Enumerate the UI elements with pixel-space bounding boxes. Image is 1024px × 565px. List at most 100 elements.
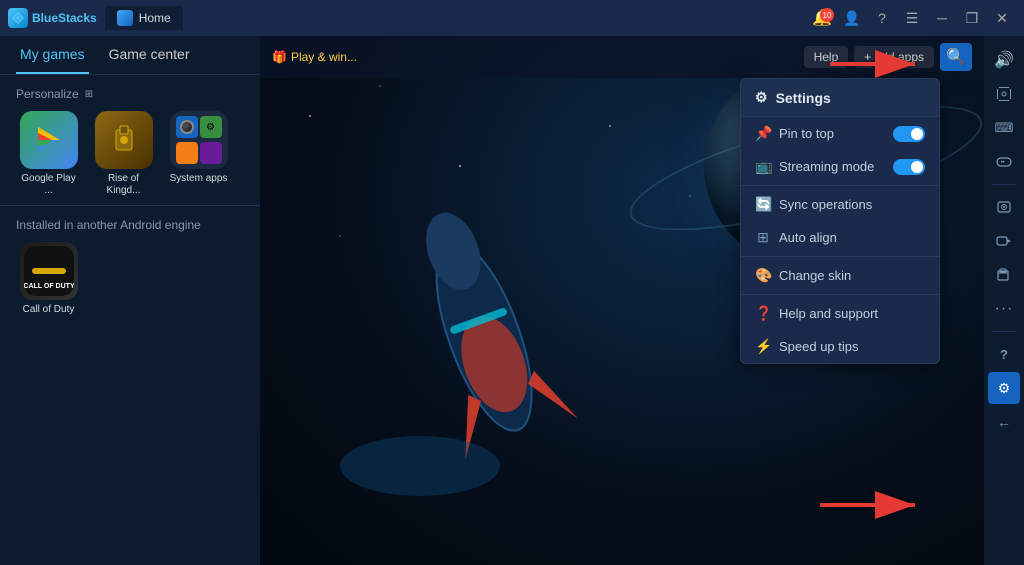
close-button[interactable]: ✕ (988, 6, 1016, 30)
game-icon-system-apps: ⚙ (170, 111, 228, 169)
hamburger-button[interactable]: ☰ (898, 6, 926, 30)
title-bar-left: BlueStacks Home (8, 6, 183, 30)
volume-icon: 🔊 (994, 50, 1014, 70)
back-icon: ← (997, 414, 1011, 430)
settings-right-button[interactable]: ⚙ (988, 372, 1020, 404)
svg-text:CALL OF DUTY: CALL OF DUTY (24, 283, 74, 290)
change-skin-label: Change skin (779, 268, 851, 283)
dropdown-menu: ⚙ Settings 📌 Pin to top 📺 Streaming mode (740, 78, 940, 364)
installed-section: Installed in another Android engine CALL… (0, 205, 260, 328)
red-arrow-top (820, 36, 940, 96)
promo-text: 🎁 Play & win... (272, 50, 357, 64)
game-icon-call-of-duty: CALL OF DUTY (20, 242, 78, 300)
sync-icon: 🔄 (755, 196, 771, 213)
title-bar-right: 🔔 10 👤 ? ☰ ─ ❐ ✕ (808, 6, 1016, 30)
home-tab[interactable]: Home (105, 6, 183, 30)
red-arrow-bottom (810, 475, 940, 540)
menu-item-help-support[interactable]: ❓ Help and support (741, 297, 939, 330)
settings-gear-icon: ⚙ (998, 380, 1011, 397)
game-label-google-play: Google Play ... (16, 173, 81, 197)
volume-button[interactable]: 🔊 (988, 44, 1020, 76)
sidebar-right: 🔊 ⌨ (984, 36, 1024, 565)
auto-align-label: Auto align (779, 230, 837, 245)
game-item-rise-of-kingdoms[interactable]: Rise of Kingd... (91, 111, 156, 197)
video-button[interactable] (988, 225, 1020, 257)
search-icon: 🔍 (946, 47, 966, 67)
keyboard-icon: ⌨ (995, 120, 1014, 136)
video-icon (996, 233, 1012, 249)
search-button[interactable]: 🔍 (940, 43, 972, 71)
more-button[interactable]: ··· (988, 293, 1020, 325)
help-support-label: Help and support (779, 306, 878, 321)
filter-icon: ⊞ (85, 89, 93, 100)
gamepad-button[interactable] (988, 146, 1020, 178)
screen-capture-icon (996, 199, 1012, 215)
help-button[interactable]: ? (868, 6, 896, 30)
main-container: My games Game center Personalize ⊞ (0, 36, 1024, 565)
nav-tabs: My games Game center (0, 36, 260, 75)
gift-icon: 🎁 (272, 50, 287, 64)
speed-up-tips-label: Speed up tips (779, 339, 859, 354)
minimize-icon: ─ (937, 10, 947, 26)
notification-button[interactable]: 🔔 10 (808, 6, 836, 30)
content-area: 🎁 Play & win... Help + add apps 🔍 ⚙ Sett… (260, 36, 984, 565)
back-right-button[interactable]: ← (988, 406, 1020, 438)
games-grid: Google Play ... Rise of Kingd... (16, 111, 244, 197)
keyboard-button[interactable]: ⌨ (988, 112, 1020, 144)
cursor-button[interactable] (988, 78, 1020, 110)
logo-text: BlueStacks (32, 11, 97, 25)
menu-item-streaming-mode[interactable]: 📺 Streaming mode (741, 150, 939, 183)
sidebar-left: My games Game center Personalize ⊞ (0, 36, 260, 565)
bluestacks-logo: BlueStacks (8, 8, 97, 28)
streaming-mode-toggle[interactable] (893, 159, 925, 175)
menu-item-auto-align[interactable]: ⊞ Auto align (741, 221, 939, 254)
menu-separator-3 (741, 294, 939, 295)
account-button[interactable]: 👤 (838, 6, 866, 30)
gamepad-icon (996, 154, 1012, 170)
streaming-mode-label: Streaming mode (779, 159, 874, 174)
cursor-icon (996, 86, 1012, 102)
installed-title: Installed in another Android engine (16, 218, 244, 232)
sync-operations-label: Sync operations (779, 197, 872, 212)
game-label-system-apps: System apps (170, 173, 228, 185)
tab-game-center[interactable]: Game center (105, 36, 194, 74)
align-icon: ⊞ (755, 229, 771, 246)
home-tab-icon (117, 10, 133, 26)
game-item-google-play[interactable]: Google Play ... (16, 111, 81, 197)
question-icon: ? (878, 10, 886, 26)
help-right-button[interactable]: ? (988, 338, 1020, 370)
settings-header-icon: ⚙ (755, 89, 768, 106)
menu-separator-1 (741, 185, 939, 186)
right-separator-1 (992, 184, 1016, 185)
game-item-call-of-duty[interactable]: CALL OF DUTY Call of Duty (16, 242, 81, 316)
maximize-button[interactable]: ❐ (958, 6, 986, 30)
hamburger-icon: ☰ (906, 10, 919, 27)
streaming-icon: 📺 (755, 158, 771, 175)
game-icon-rise-of-kingdoms (95, 111, 153, 169)
personalize-section: Personalize ⊞ (0, 75, 260, 205)
game-icon-google-play (20, 111, 78, 169)
game-item-system-apps[interactable]: ⚙ System apps (166, 111, 231, 197)
pin-to-top-label: Pin to top (779, 126, 834, 141)
more-icon: ··· (995, 300, 1014, 318)
game-label-call-of-duty: Call of Duty (23, 304, 75, 316)
personalize-title: Personalize ⊞ (16, 87, 244, 101)
files-button[interactable] (988, 259, 1020, 291)
pin-to-top-toggle[interactable] (893, 126, 925, 142)
menu-item-pin-to-top[interactable]: 📌 Pin to top (741, 117, 939, 150)
menu-item-change-skin[interactable]: 🎨 Change skin (741, 259, 939, 292)
account-icon: 👤 (843, 10, 860, 27)
menu-item-speed-up-tips[interactable]: ⚡ Speed up tips (741, 330, 939, 363)
skin-icon: 🎨 (755, 267, 771, 284)
home-tab-label: Home (139, 11, 171, 25)
tab-my-games[interactable]: My games (16, 36, 89, 74)
menu-item-sync-operations[interactable]: 🔄 Sync operations (741, 188, 939, 221)
maximize-icon: ❐ (966, 10, 979, 27)
game-label-rise-of-kingdoms: Rise of Kingd... (91, 173, 156, 197)
notification-badge: 10 (820, 8, 834, 22)
close-icon: ✕ (996, 10, 1008, 27)
minimize-button[interactable]: ─ (928, 6, 956, 30)
help-icon: ❓ (755, 305, 771, 322)
screen-capture-button[interactable] (988, 191, 1020, 223)
right-separator-2 (992, 331, 1016, 332)
